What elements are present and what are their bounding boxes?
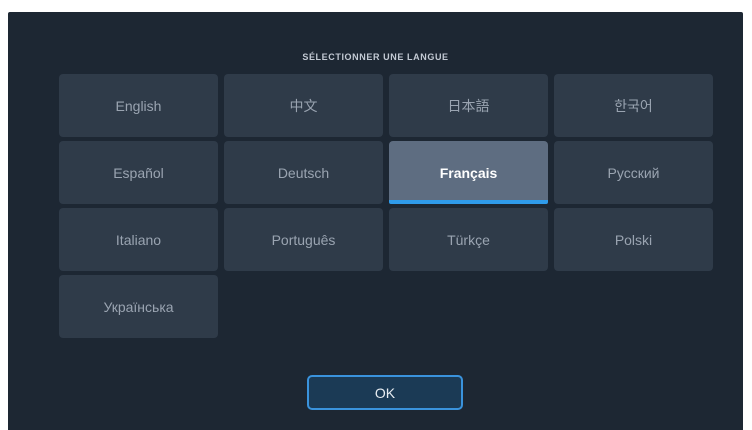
dialog-title: SÉLECTIONNER UNE LANGUE <box>302 52 449 62</box>
ok-button[interactable]: OK <box>307 375 463 410</box>
language-option-chinese[interactable]: 中文 <box>224 74 383 137</box>
language-option-korean[interactable]: 한국어 <box>554 74 713 137</box>
language-option-polish[interactable]: Polski <box>554 208 713 271</box>
language-option-italian[interactable]: Italiano <box>59 208 218 271</box>
language-option-russian[interactable]: Русский <box>554 141 713 204</box>
language-option-japanese[interactable]: 日本語 <box>389 74 548 137</box>
language-selection-screen: SÉLECTIONNER UNE LANGUE English 中文 日本語 한… <box>8 12 743 430</box>
language-option-portuguese[interactable]: Português <box>224 208 383 271</box>
language-option-french[interactable]: Français <box>389 141 548 204</box>
language-option-spanish[interactable]: Español <box>59 141 218 204</box>
language-option-english[interactable]: English <box>59 74 218 137</box>
language-option-german[interactable]: Deutsch <box>224 141 383 204</box>
language-option-ukrainian[interactable]: Українська <box>59 275 218 338</box>
language-option-turkish[interactable]: Türkçe <box>389 208 548 271</box>
